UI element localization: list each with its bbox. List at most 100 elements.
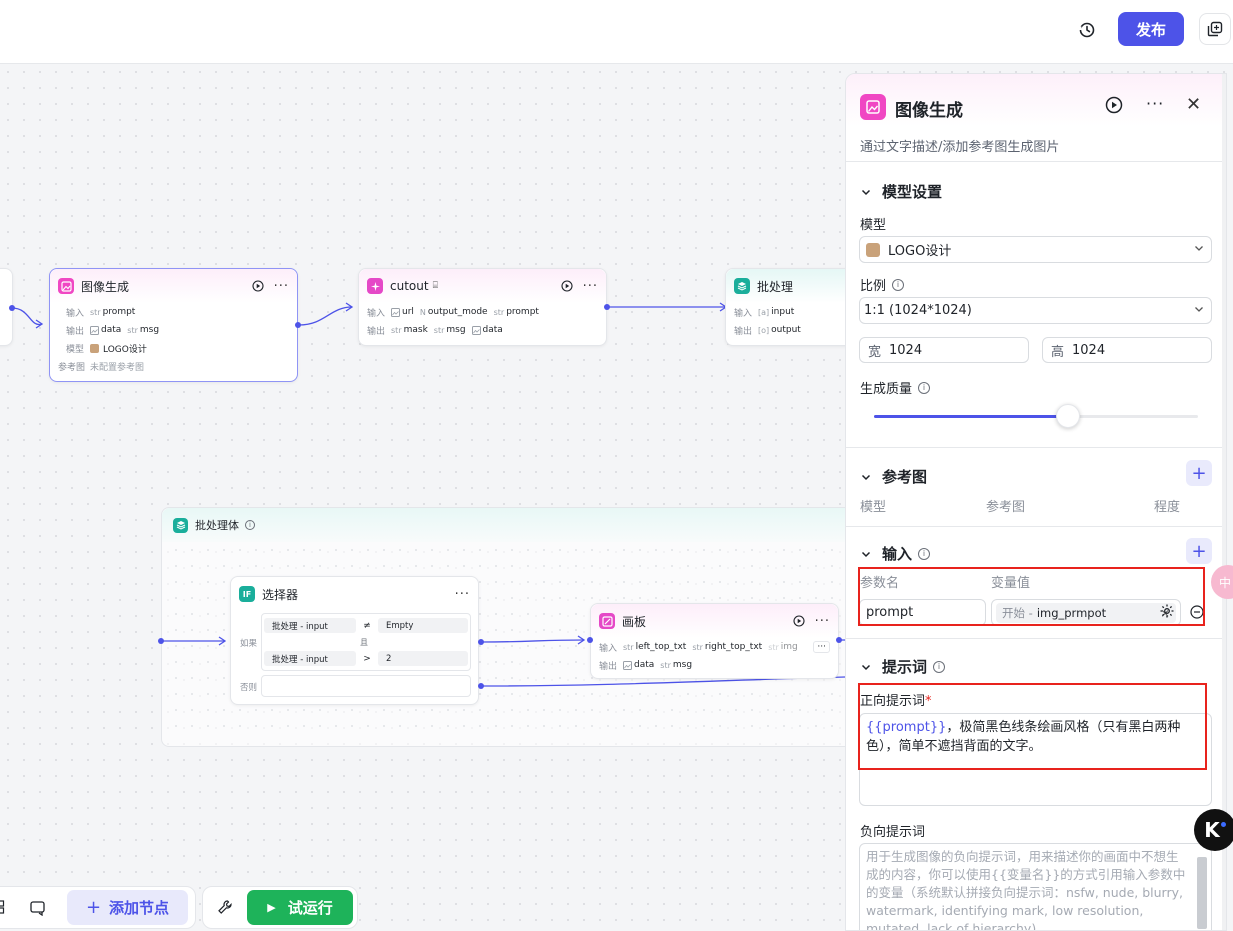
add-reference-button[interactable]: + — [1186, 460, 1212, 486]
add-node-label: 添加节点 — [109, 899, 170, 917]
type-str: str — [391, 325, 402, 335]
play-icon[interactable] — [252, 280, 264, 292]
cond-operator[interactable]: > — [356, 654, 378, 664]
if-output-port[interactable] — [478, 639, 484, 645]
model-label: 模型 — [66, 344, 85, 355]
param-data: data — [634, 660, 655, 670]
image-type-icon — [471, 325, 481, 335]
image-generation-node[interactable]: 图像生成 ··· 输入 str prompt 输出 data str msg 模型 … — [49, 268, 298, 382]
history-icon[interactable] — [1073, 16, 1101, 44]
cutout-node[interactable]: cutout ⌸ ··· 输入 url Noutput_mode str prom… — [358, 268, 607, 346]
add-node-button[interactable]: + 添加节点 — [67, 890, 188, 925]
image-type-icon — [90, 325, 99, 335]
logo-letter: K — [1204, 818, 1220, 842]
cond-left[interactable]: 批处理 - input — [264, 618, 356, 633]
type-array-icon: [o] — [758, 325, 770, 335]
else-output-port[interactable] — [478, 683, 484, 689]
section-header[interactable]: 提示词 i — [860, 656, 946, 677]
model-thumb-icon — [866, 242, 880, 257]
wrench-icon[interactable] — [217, 899, 233, 918]
layers-icon — [734, 278, 750, 294]
param-right-top-txt: right_top_txt — [704, 642, 763, 652]
ratio-select[interactable]: 1:1 (1024*1024) — [859, 297, 1212, 324]
assistant-logo[interactable]: K — [1194, 809, 1233, 851]
and-label: 且 — [360, 637, 368, 647]
image-icon — [58, 278, 74, 294]
type-str: str — [660, 660, 671, 670]
layout-icon[interactable] — [0, 900, 10, 917]
model-select[interactable]: LOGO设计 — [859, 236, 1212, 263]
cond-operator[interactable]: ≠ — [356, 621, 378, 631]
input-port[interactable] — [158, 638, 164, 644]
layers-icon — [173, 517, 188, 533]
height-input[interactable]: 高 1024 — [1042, 337, 1212, 363]
type-str: str — [692, 642, 703, 652]
output-port[interactable] — [295, 322, 301, 328]
publish-button[interactable]: 发布 — [1118, 12, 1184, 46]
canvas-node[interactable]: 画板 ··· 输入 str left_top_txt str right_top_t… — [590, 603, 839, 679]
param-prompt: prompt — [102, 307, 136, 317]
image-type-icon — [623, 660, 632, 670]
play-icon[interactable] — [561, 280, 573, 292]
sparkle-icon — [367, 278, 383, 294]
negative-prompt-textarea[interactable]: 用于生成图像的负向提示词，用来描述你的画面中不想生成的内容，你可以使用{{变量名… — [859, 843, 1212, 930]
width-input[interactable]: 宽 1024 — [859, 337, 1029, 363]
node-title: cutout — [390, 279, 429, 293]
quality-label: 生成质量 i — [860, 378, 931, 397]
section-header[interactable]: 输入 i — [860, 543, 931, 564]
more-icon[interactable]: ··· — [455, 587, 470, 602]
output-port[interactable] — [836, 637, 842, 643]
comment-icon[interactable] — [30, 900, 46, 919]
image-icon — [860, 94, 886, 120]
selector-node[interactable]: IF 选择器 ··· 如果 批处理 - input ≠ Empty 且 批处理 … — [230, 576, 479, 705]
run-node-icon[interactable] — [1105, 96, 1123, 117]
input-port[interactable] — [587, 637, 593, 643]
model-value: LOGO设计 — [888, 244, 952, 259]
close-icon[interactable]: ✕ — [1186, 94, 1201, 115]
info-icon[interactable]: i — [245, 520, 255, 530]
output-label: 输出 — [367, 326, 386, 337]
play-icon: ▶ — [267, 901, 276, 914]
else-label: 否则 — [240, 683, 258, 693]
more-icon[interactable]: ··· — [1146, 94, 1164, 113]
info-icon[interactable]: i — [892, 278, 905, 291]
logo-dot — [1220, 821, 1226, 827]
output-port[interactable] — [9, 305, 15, 311]
quality-slider-thumb[interactable] — [1056, 404, 1081, 428]
condition-row: 批处理 - input > 2 — [264, 650, 470, 667]
add-input-button[interactable]: + — [1186, 538, 1212, 564]
info-icon[interactable]: i — [918, 381, 931, 394]
info-icon[interactable]: i — [933, 660, 946, 673]
info-icon[interactable]: i — [918, 547, 931, 560]
cond-right[interactable]: Empty — [378, 618, 468, 633]
copy-icon[interactable] — [1199, 13, 1231, 45]
section-header[interactable]: 参考图 — [860, 466, 927, 487]
top-bar: 发布 — [0, 0, 1233, 64]
batch-node[interactable]: 批处理 输入 [a] input 输出 [o] output — [725, 268, 853, 346]
type-number-icon: N — [419, 307, 426, 317]
node-header: 图像生成 ··· — [50, 269, 297, 303]
chevron-down-icon[interactable] — [860, 471, 872, 483]
more-icon[interactable]: ··· — [274, 279, 289, 294]
textarea-scrollbar[interactable] — [1197, 857, 1207, 929]
canvas-icon — [599, 613, 615, 629]
section-header[interactable]: 模型设置 — [860, 181, 942, 202]
param-data: data — [482, 325, 503, 335]
reference-section: 参考图 + 模型 参考图 程度 — [846, 448, 1226, 527]
chevron-down-icon[interactable] — [860, 548, 872, 560]
output-port[interactable] — [604, 304, 610, 310]
more-icon[interactable]: ··· — [583, 279, 598, 294]
quality-slider-fill — [874, 415, 1069, 418]
cond-left[interactable]: 批处理 - input — [264, 651, 356, 666]
panel-scrollbar[interactable] — [1222, 74, 1226, 930]
more-icon[interactable]: ··· — [815, 614, 830, 629]
chevron-down-icon[interactable] — [860, 661, 872, 673]
test-run-button[interactable]: ▶ 试运行 — [247, 890, 353, 925]
chevron-down-icon[interactable] — [860, 186, 872, 198]
height-prefix: 高 — [1051, 344, 1065, 360]
quality-slider-track[interactable] — [874, 404, 1198, 428]
cond-right[interactable]: 2 — [378, 651, 468, 666]
more-params-icon[interactable]: ··· — [813, 641, 830, 653]
width-value: 1024 — [889, 342, 923, 358]
play-icon[interactable] — [793, 615, 805, 627]
